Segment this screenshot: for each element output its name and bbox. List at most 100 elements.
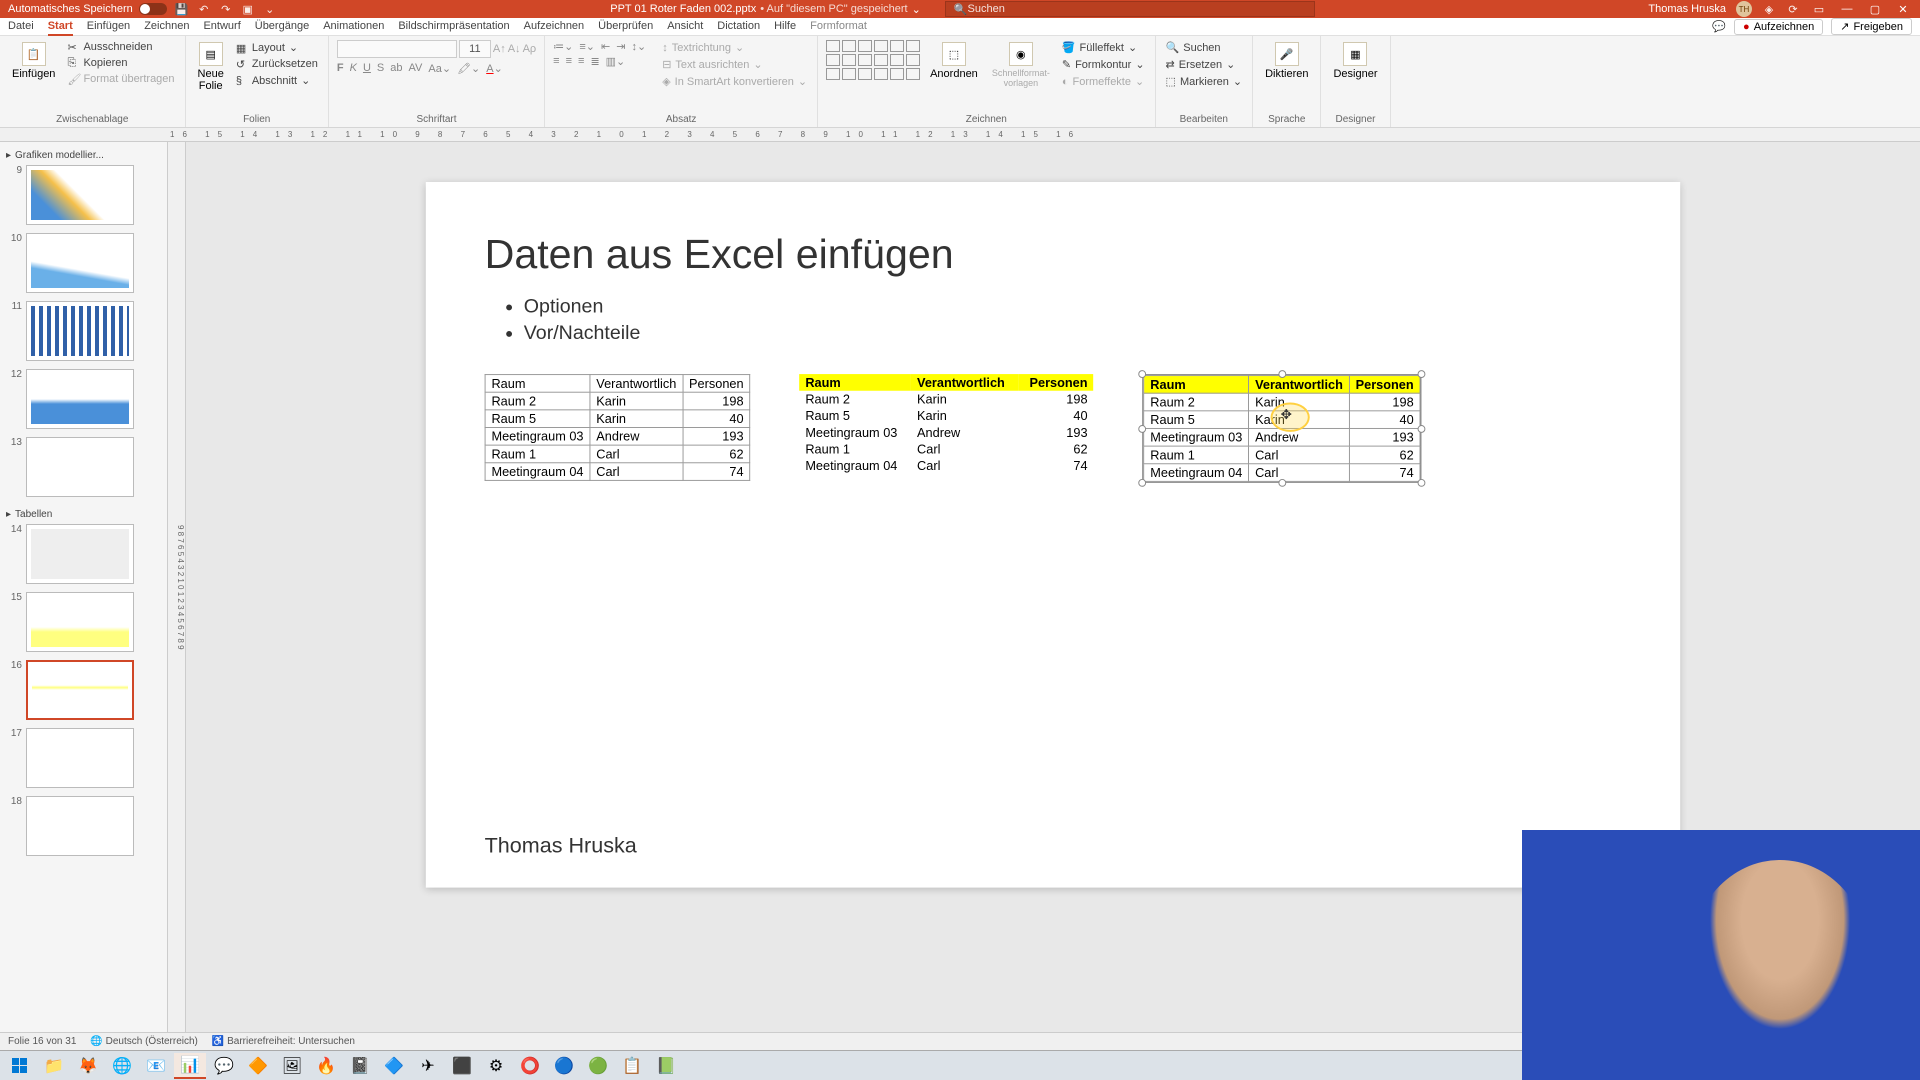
underline-button[interactable]: U xyxy=(363,62,371,75)
vlc-icon[interactable]: 🔶 xyxy=(242,1053,274,1079)
tab-animationen[interactable]: Animationen xyxy=(323,18,384,36)
table-plain[interactable]: RaumVerantwortlichPersonen Raum 2Karin19… xyxy=(485,374,751,481)
dictate-button[interactable]: 🎤Diktieren xyxy=(1261,40,1312,82)
start-button[interactable] xyxy=(4,1053,36,1079)
tab-hilfe[interactable]: Hilfe xyxy=(774,18,796,36)
outlook-icon[interactable]: 📧 xyxy=(140,1053,172,1079)
highlight-button[interactable]: 🖍⌄ xyxy=(457,62,480,75)
font-color-button[interactable]: A⌄ xyxy=(486,62,503,75)
powerpoint-icon[interactable]: 📊 xyxy=(174,1053,206,1079)
excel-icon[interactable]: 📗 xyxy=(650,1053,682,1079)
shape-icon[interactable] xyxy=(874,40,888,52)
comments-icon[interactable]: 💬 xyxy=(1712,20,1726,33)
firefox-icon[interactable]: 🦊 xyxy=(72,1053,104,1079)
tab-aufzeichnen[interactable]: Aufzeichnen xyxy=(524,18,585,36)
shape-icon[interactable] xyxy=(826,40,840,52)
selection-handle[interactable] xyxy=(1278,370,1286,378)
format-painter-button[interactable]: 🖌Format übertragen xyxy=(65,72,176,86)
shape-icon[interactable] xyxy=(858,40,872,52)
selection-handle[interactable] xyxy=(1418,479,1426,487)
shape-icon[interactable] xyxy=(906,68,920,80)
slide-thumb-10[interactable] xyxy=(26,233,134,293)
shape-icon[interactable] xyxy=(826,54,840,66)
indent-inc-icon[interactable]: ⇥ xyxy=(616,40,625,53)
shape-icon[interactable] xyxy=(842,68,856,80)
slide-thumb-14[interactable] xyxy=(26,524,134,584)
slide-thumb-12[interactable] xyxy=(26,369,134,429)
arrange-button[interactable]: ⬚Anordnen xyxy=(926,40,982,82)
sync-icon[interactable]: ⟳ xyxy=(1786,2,1800,16)
layout-button[interactable]: ▦Layout ⌄ xyxy=(234,40,320,55)
author-text[interactable]: Thomas Hruska xyxy=(485,833,637,858)
app-icon[interactable]: 💬 xyxy=(208,1053,240,1079)
shape-icon[interactable] xyxy=(874,54,888,66)
bullet-list[interactable]: Optionen Vor/Nachteile xyxy=(524,296,1622,345)
shape-icon[interactable] xyxy=(906,40,920,52)
tab-dictation[interactable]: Dictation xyxy=(717,18,760,36)
shadow-button[interactable]: ab xyxy=(390,62,402,75)
language-status[interactable]: 🌐 Deutsch (Österreich) xyxy=(90,1036,197,1047)
selection-handle[interactable] xyxy=(1418,370,1426,378)
diamond-icon[interactable]: ◈ xyxy=(1762,2,1776,16)
select-button[interactable]: ⬚Markieren ⌄ xyxy=(1164,74,1245,89)
slide-thumb-11[interactable] xyxy=(26,301,134,361)
bullets-icon[interactable]: ≔⌄ xyxy=(553,40,573,53)
align-left-icon[interactable]: ≡ xyxy=(553,55,559,68)
slide-title[interactable]: Daten aus Excel einfügen xyxy=(485,231,1622,278)
strike-button[interactable]: S xyxy=(377,62,384,75)
explorer-icon[interactable]: 📁 xyxy=(38,1053,70,1079)
undo-icon[interactable]: ↶ xyxy=(197,2,211,16)
app-icon[interactable]: ⬛ xyxy=(446,1053,478,1079)
outline-button[interactable]: ✎Formkontur ⌄ xyxy=(1060,57,1147,72)
shape-icon[interactable] xyxy=(858,54,872,66)
shape-icon[interactable] xyxy=(890,68,904,80)
shrink-font-icon[interactable]: A↓ xyxy=(508,43,521,55)
slide-thumb-17[interactable] xyxy=(26,728,134,788)
tab-ueberpruefen[interactable]: Überprüfen xyxy=(598,18,653,36)
indent-dec-icon[interactable]: ⇤ xyxy=(601,40,610,53)
close-icon[interactable]: ✕ xyxy=(1894,2,1912,16)
paste-button[interactable]: 📋 Einfügen xyxy=(8,40,59,82)
app-icon[interactable]: 🖼 xyxy=(276,1053,308,1079)
justify-icon[interactable]: ≣ xyxy=(590,55,599,68)
effects-button[interactable]: ◐Formeffekte ⌄ xyxy=(1060,74,1147,89)
find-button[interactable]: 🔍Suchen xyxy=(1164,40,1245,55)
app-icon[interactable]: 🟢 xyxy=(582,1053,614,1079)
section-button[interactable]: §Abschnitt ⌄ xyxy=(234,73,320,88)
clear-format-icon[interactable]: Aρ xyxy=(523,43,537,55)
font-size-input[interactable] xyxy=(459,40,491,58)
table-yellow-noborder[interactable]: RaumVerantwortlichPersonen Raum 2Karin19… xyxy=(799,374,1093,474)
section-header-2[interactable]: ▸ Tabellen xyxy=(4,505,163,524)
reset-button[interactable]: ↺Zurücksetzen xyxy=(234,57,320,71)
present-from-start-icon[interactable]: ▣ xyxy=(241,2,255,16)
selection-handle[interactable] xyxy=(1418,425,1426,433)
shape-icon[interactable] xyxy=(858,68,872,80)
record-button[interactable]: ●Aufzeichnen xyxy=(1734,19,1823,35)
app-icon[interactable]: 🔥 xyxy=(310,1053,342,1079)
shapes-gallery[interactable] xyxy=(826,40,920,80)
cut-button[interactable]: ✂Ausschneiden xyxy=(65,40,176,54)
align-center-icon[interactable]: ≡ xyxy=(566,55,572,68)
shape-icon[interactable] xyxy=(890,40,904,52)
search-input[interactable] xyxy=(968,3,1306,15)
shape-icon[interactable] xyxy=(826,68,840,80)
selection-handle[interactable] xyxy=(1278,479,1286,487)
accessibility-status[interactable]: ♿ Barrierefreiheit: Untersuchen xyxy=(212,1036,355,1047)
spacing-button[interactable]: AV xyxy=(409,62,423,75)
copy-button[interactable]: ⎘Kopieren xyxy=(65,56,176,70)
replace-button[interactable]: ⇄Ersetzen ⌄ xyxy=(1164,57,1245,72)
tab-einfuegen[interactable]: Einfügen xyxy=(87,18,130,36)
bold-button[interactable]: F xyxy=(337,62,344,75)
slide-thumb-18[interactable] xyxy=(26,796,134,856)
font-name-input[interactable] xyxy=(337,40,457,58)
selection-handle[interactable] xyxy=(1139,425,1147,433)
share-button[interactable]: ↗Freigeben xyxy=(1831,18,1912,35)
tab-start[interactable]: Start xyxy=(48,18,73,36)
tab-entwurf[interactable]: Entwurf xyxy=(203,18,240,36)
shape-icon[interactable] xyxy=(906,54,920,66)
maximize-icon[interactable]: ▢ xyxy=(1866,2,1884,16)
app-icon[interactable]: ⭕ xyxy=(514,1053,546,1079)
app-icon[interactable]: 🔵 xyxy=(548,1053,580,1079)
telegram-icon[interactable]: ✈ xyxy=(412,1053,444,1079)
text-direction-button[interactable]: ↕Textrichtung ⌄ xyxy=(660,40,809,55)
